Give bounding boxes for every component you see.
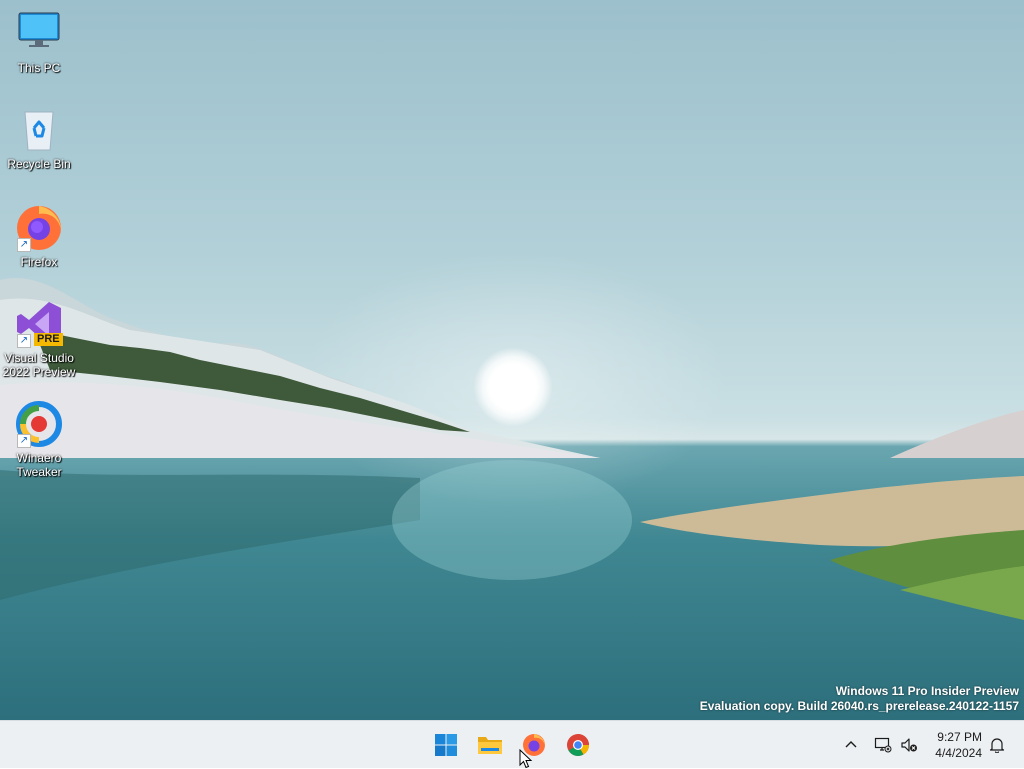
desktop-icon-winaero-tweaker[interactable]: ↗ Winaero Tweaker bbox=[0, 400, 78, 479]
start-icon bbox=[435, 734, 457, 756]
desktop[interactable]: This PC Recycle Bin ↗ Firefox PRE ↗ Visu… bbox=[0, 0, 1024, 720]
network-icon bbox=[874, 737, 892, 753]
file-explorer-button[interactable] bbox=[470, 725, 510, 765]
taskbar: 9:27 PM 4/4/2024 bbox=[0, 720, 1024, 768]
volume-muted-icon bbox=[901, 738, 917, 752]
bell-icon bbox=[989, 738, 1005, 753]
recycle-bin-icon bbox=[15, 106, 63, 154]
watermark-line-2: Evaluation copy. Build 26040.rs_prerelea… bbox=[699, 699, 1019, 713]
shortcut-arrow-icon: ↗ bbox=[17, 238, 31, 252]
desktop-icon-label: Winaero Tweaker bbox=[16, 451, 62, 479]
desktop-icon-visual-studio-preview[interactable]: PRE ↗ Visual Studio 2022 Preview bbox=[0, 300, 78, 379]
chrome-icon bbox=[567, 734, 589, 756]
file-explorer-icon bbox=[478, 737, 502, 754]
shortcut-arrow-icon: ↗ bbox=[17, 334, 31, 348]
clock-button[interactable]: 9:27 PM 4/4/2024 bbox=[935, 729, 982, 761]
desktop-icon-recycle-bin[interactable]: Recycle Bin bbox=[0, 106, 78, 171]
desktop-icon-this-pc[interactable]: This PC bbox=[0, 10, 78, 75]
desktop-icon-firefox[interactable]: ↗ Firefox bbox=[0, 204, 78, 269]
clock-date: 4/4/2024 bbox=[935, 746, 982, 760]
desktop-icon-label: This PC bbox=[17, 61, 61, 75]
chevron-up-icon bbox=[845, 741, 857, 748]
mouse-cursor-icon bbox=[519, 749, 533, 769]
notification-button[interactable] bbox=[984, 729, 1010, 761]
show-hidden-icons-button[interactable] bbox=[838, 729, 864, 761]
shortcut-arrow-icon: ↗ bbox=[17, 434, 31, 448]
volume-button[interactable] bbox=[896, 729, 922, 761]
desktop-icon-label: Firefox bbox=[20, 255, 58, 269]
desktop-icon-label: Recycle Bin bbox=[7, 157, 71, 171]
pre-badge: PRE bbox=[34, 333, 63, 346]
landscape-art bbox=[0, 278, 1024, 620]
watermark-line-1: Windows 11 Pro Insider Preview bbox=[835, 684, 1019, 698]
clock-time: 9:27 PM bbox=[937, 730, 982, 744]
network-button[interactable] bbox=[870, 729, 896, 761]
start-button[interactable] bbox=[426, 725, 466, 765]
evaluation-watermark: Windows 11 Pro Insider Preview Evaluatio… bbox=[700, 684, 1019, 714]
desktop-icon-label: Visual Studio 2022 Preview bbox=[2, 351, 76, 379]
winaero-tweaker-icon: ↗ bbox=[15, 400, 63, 448]
visual-studio-preview-icon: PRE ↗ bbox=[15, 300, 63, 348]
monitor-icon bbox=[15, 10, 63, 58]
chrome-taskbar-button[interactable] bbox=[558, 725, 598, 765]
firefox-icon: ↗ bbox=[15, 204, 63, 252]
